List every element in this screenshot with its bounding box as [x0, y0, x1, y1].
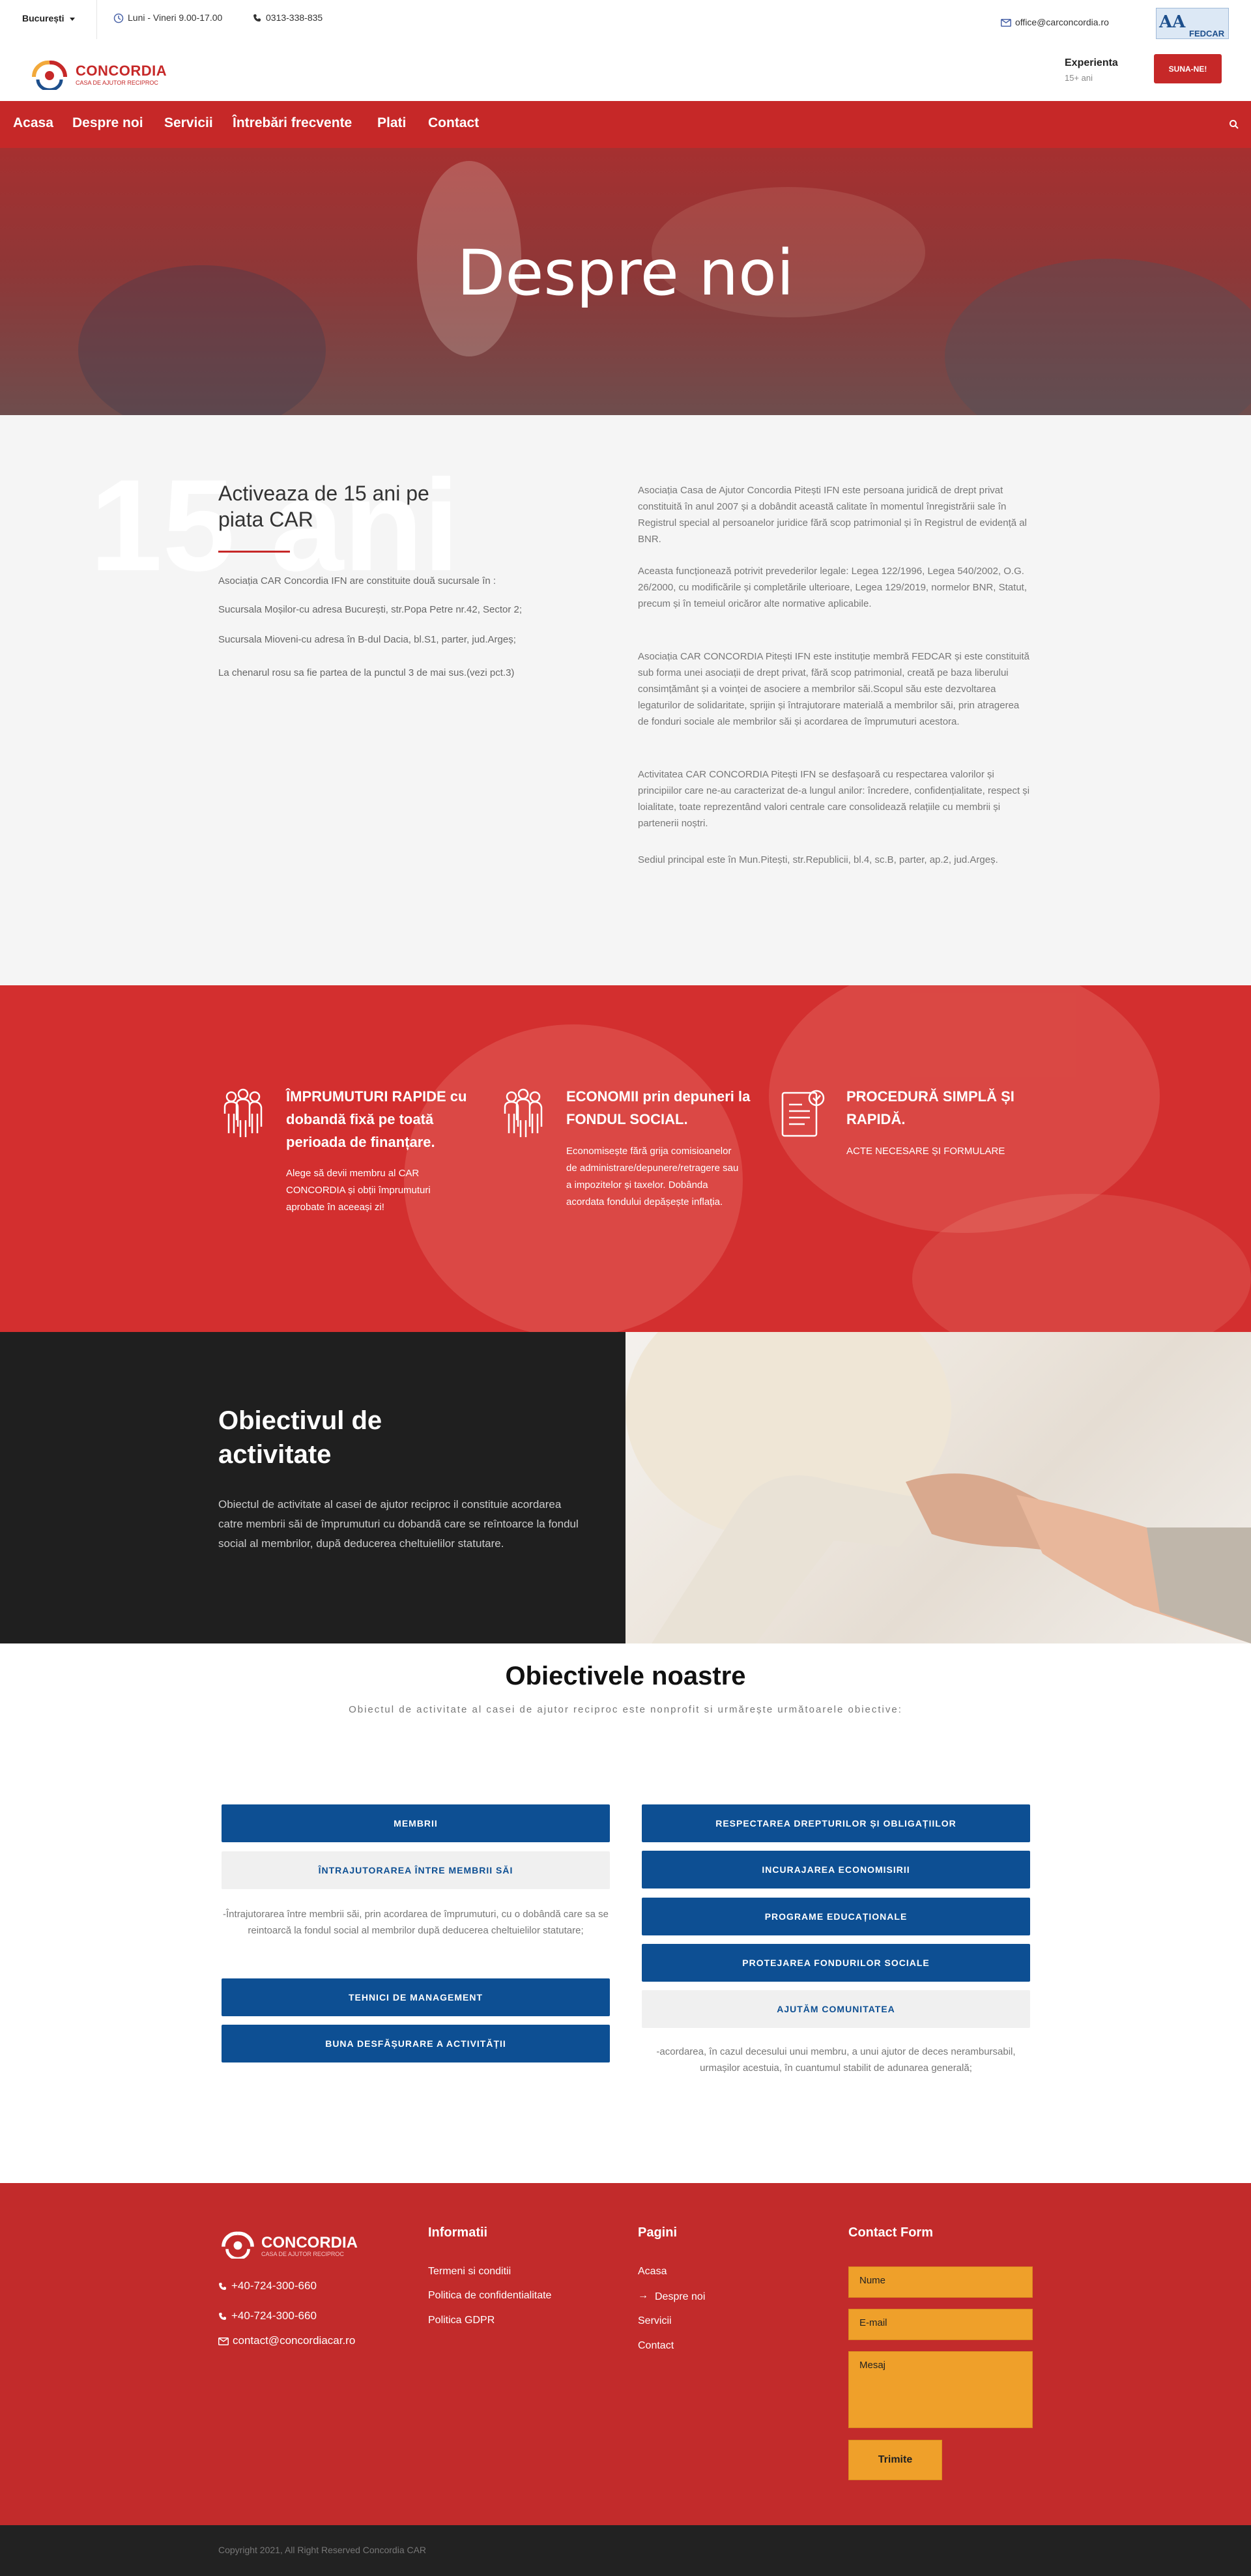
footer-form-title: Contact Form: [848, 2225, 933, 2240]
email-field[interactable]: E-mail: [848, 2309, 1033, 2340]
top-phone[interactable]: 0313-338-835: [253, 12, 323, 23]
people-icon: [223, 1088, 263, 1137]
concordia-logo-icon: [31, 60, 68, 90]
nav-item-faq[interactable]: Întrebări frecvente: [233, 115, 352, 131]
fedcar-badge[interactable]: AA FEDCAR: [1156, 8, 1229, 39]
footer-link-contact[interactable]: Contact: [638, 2340, 674, 2352]
nav-item-contact[interactable]: Contact: [428, 115, 479, 131]
feature-title: ÎMPRUMUTURI RAPIDE cu dobandă fixă pe to…: [286, 1088, 467, 1150]
about-section: 15 ani Activeaza de 15 ani pe piata CAR …: [0, 415, 1251, 985]
about-left-paragraph: Sucursala Mioveni-cu adresa în B-dul Dac…: [218, 634, 516, 645]
about-right-paragraph: Asociația Casa de Ajutor Concordia Piteș…: [638, 485, 1027, 545]
logo[interactable]: CONCORDIA CASA DE AJUTOR RECIPROC: [30, 57, 186, 90]
goals-title: Obiectivele noastre: [505, 1662, 746, 1690]
submit-button[interactable]: Trimite: [848, 2440, 942, 2480]
heading-underline: [218, 551, 290, 553]
tab-respectarea-drepturilor[interactable]: RESPECTAREA DREPTURILOR ȘI OBLIGAȚIILOR: [642, 1804, 1030, 1842]
city-selector[interactable]: București: [22, 13, 75, 23]
top-email[interactable]: office@carconcordia.ro: [1001, 17, 1109, 27]
about-left-paragraph: Sucursala Moșilor-cu adresa București, s…: [218, 604, 523, 615]
phone-icon: [219, 2312, 226, 2320]
name-field[interactable]: Nume: [848, 2266, 1033, 2298]
objective-title: Obiectivul de activitate: [218, 1406, 382, 1469]
about-right-paragraph: Activitatea CAR CONCORDIA Pitești IFN se…: [638, 769, 1030, 829]
fedcar-logo-icon: AA: [1159, 12, 1186, 32]
documents-link[interactable]: ACTE NECESARE ȘI FORMULARE: [846, 1143, 1029, 1160]
mail-icon: [218, 2337, 229, 2345]
phone-icon: [219, 2282, 226, 2290]
people-icon: [504, 1088, 543, 1137]
nav-item-servicii[interactable]: Servicii: [164, 115, 213, 131]
footer-link-acasa[interactable]: Acasa: [638, 2266, 667, 2278]
document-icon: [781, 1090, 825, 1137]
footer-link-confidentialitate[interactable]: Politica de confidentialitate: [428, 2290, 551, 2302]
tab-buna-desfasurare[interactable]: BUNA DESFĂȘURARE A ACTIVITĂȚII: [222, 2025, 610, 2062]
footer: CONCORDIA CASA DE AJUTOR RECIPROC +40-72…: [0, 2183, 1251, 2525]
tab-protejarea-fondurilor[interactable]: PROTEJAREA FONDURILOR SOCIALE: [642, 1944, 1030, 1982]
chevron-down-icon: [69, 17, 75, 21]
about-heading: Activeaza de 15 ani pe piata CAR: [218, 482, 429, 531]
features-band: ÎMPRUMUTURI RAPIDE cu dobandă fixă pe to…: [0, 985, 1251, 1332]
footer-phone[interactable]: +40-724-300-660: [218, 2279, 317, 2293]
nav-item-plati[interactable]: Plati: [377, 115, 406, 131]
phone-icon: [253, 14, 261, 22]
footer-link-gdpr[interactable]: Politica GDPR: [428, 2315, 495, 2326]
message-field[interactable]: Mesaj: [848, 2351, 1033, 2428]
nav-item-despre-noi[interactable]: Despre noi: [72, 115, 143, 131]
footer-logo-name: CONCORDIA: [261, 2234, 358, 2251]
feature-title: PROCEDURĂ SIMPLĂ ȘI RAPIDĂ.: [846, 1088, 1014, 1127]
handshake-image: [626, 1332, 1251, 1643]
feature-text: Alege să devii membru al CAR CONCORDIA ș…: [286, 1168, 431, 1213]
experience-subtitle: 15+ ani: [1065, 73, 1093, 83]
footer-info-title: Informatii: [428, 2225, 488, 2240]
footer-phone[interactable]: +40-724-300-660: [218, 2309, 317, 2323]
hero-banner: Despre noi: [0, 148, 1251, 415]
footer-link-despre-noi[interactable]: Despre noi: [655, 2291, 705, 2303]
footer-link-termeni[interactable]: Termeni si conditii: [428, 2266, 511, 2278]
copyright-text: Copyright 2021, All Right Reserved Conco…: [218, 2545, 427, 2555]
feature-text: Economisește fără grija comisioanelor de…: [566, 1146, 739, 1208]
call-us-button[interactable]: SUNA-NE!: [1154, 54, 1222, 83]
about-right-paragraph: Sediul principal este în Mun.Pitești, st…: [638, 854, 998, 865]
tab-membrii[interactable]: MEMBRII: [222, 1804, 610, 1842]
footer-link-servicii[interactable]: Servicii: [638, 2315, 672, 2327]
about-right-paragraph: Aceasta funcționează potrivit prevederil…: [638, 566, 1027, 609]
tab-content-text: -acordarea, în cazul decesului unui memb…: [656, 2046, 1016, 2074]
objective-text: Obiectul de activitate al casei de ajuto…: [218, 1498, 579, 1550]
top-bar: București Luni - Vineri 9.00-17.00 0313-…: [0, 0, 1251, 39]
tab-incurajarea-economisirii[interactable]: INCURAJAREA ECONOMISIRII: [642, 1851, 1030, 1889]
feature-title: ECONOMII prin depuneri la FONDUL SOCIAL.: [566, 1088, 751, 1127]
tab-content-text: -Întrajutorarea între membrii săi, prin …: [223, 1909, 609, 1936]
clock-icon: [113, 14, 124, 23]
concordia-logo-icon: [222, 2231, 254, 2259]
handshake-photo-icon: [626, 1332, 1251, 1643]
footer-email[interactable]: contact@concordiacar.ro: [218, 2334, 355, 2347]
footer-logo-tagline: CASA DE AJUTOR RECIPROC: [261, 2251, 344, 2257]
nav-item-acasa[interactable]: Acasa: [13, 115, 53, 131]
footer-pages-title: Pagini: [638, 2225, 678, 2240]
tab-tehnici-management[interactable]: TEHNICI DE MANAGEMENT: [222, 1978, 610, 2016]
objective-section: Obiectivul de activitate Obiectul de act…: [0, 1332, 626, 1643]
copyright-bar: Copyright 2021, All Right Reserved Conco…: [0, 2525, 1251, 2576]
page-title: Despre noi: [457, 237, 794, 310]
divider: [96, 0, 97, 39]
tab-ajutam-comunitatea[interactable]: AJUTĂM COMUNITATEA: [642, 1990, 1030, 2028]
tab-programe-educationale[interactable]: PROGRAME EDUCAȚIONALE: [642, 1898, 1030, 1935]
about-left-paragraph: Asociația CAR Concordia IFN are constitu…: [218, 575, 496, 586]
experience-title: Experienta: [1065, 57, 1118, 68]
tab-intrajutorarea[interactable]: ÎNTRAJUTORAREA ÎNTRE MEMBRII SĂI: [222, 1851, 610, 1889]
mail-icon: [1001, 19, 1011, 27]
arrow-right-icon: →: [638, 2290, 648, 2301]
about-right-paragraph: Asociația CAR CONCORDIA Pitești IFN este…: [638, 651, 1030, 727]
goals-subtitle: Obiectul de activitate al casei de ajuto…: [349, 1704, 902, 1715]
about-left-paragraph: La chenarul rosu sa fie partea de la pun…: [218, 667, 515, 678]
search-icon[interactable]: [1229, 119, 1239, 130]
working-hours: Luni - Vineri 9.00-17.00: [113, 12, 222, 23]
main-nav: Acasa Despre noi Servicii Întrebări frec…: [0, 101, 1251, 148]
